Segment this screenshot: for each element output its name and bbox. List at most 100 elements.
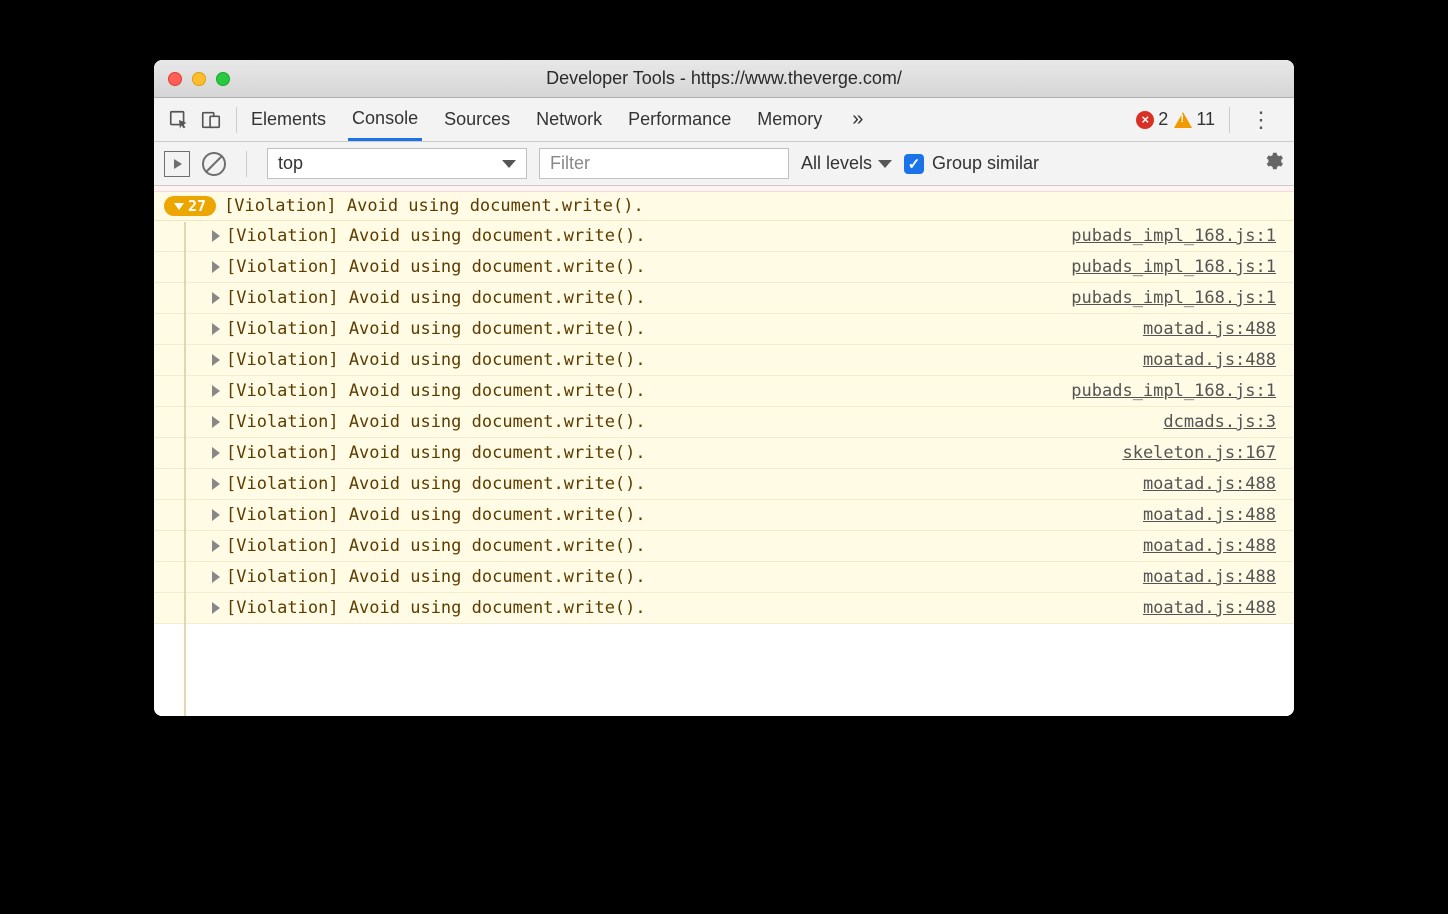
- log-message: [Violation] Avoid using document.write()…: [226, 505, 1137, 525]
- console-log-row: [Violation] Avoid using document.write()…: [154, 469, 1294, 500]
- devtools-tabbar: Elements Console Sources Network Perform…: [154, 98, 1294, 142]
- tab-network[interactable]: Network: [532, 100, 606, 139]
- log-message: [Violation] Avoid using document.write()…: [226, 474, 1137, 494]
- caret-down-icon: [174, 203, 184, 210]
- log-message: [Violation] Avoid using document.write()…: [226, 319, 1137, 339]
- console-log-row: [Violation] Avoid using document.write()…: [154, 283, 1294, 314]
- log-source-link[interactable]: skeleton.js:167: [1122, 443, 1284, 463]
- log-group-header[interactable]: 27 [Violation] Avoid using document.writ…: [154, 192, 1294, 221]
- expand-caret-icon[interactable]: [212, 478, 220, 490]
- warning-count-value: 11: [1196, 109, 1215, 130]
- devtools-window: Developer Tools - https://www.theverge.c…: [154, 60, 1294, 716]
- error-count[interactable]: × 2: [1136, 109, 1168, 130]
- console-sidebar-toggle[interactable]: [164, 151, 190, 177]
- log-message: [Violation] Avoid using document.write()…: [226, 226, 1065, 246]
- checkbox-checked-icon: [904, 154, 924, 174]
- log-source-link[interactable]: dcmads.js:3: [1163, 412, 1284, 432]
- tab-sources[interactable]: Sources: [440, 100, 514, 139]
- titlebar: Developer Tools - https://www.theverge.c…: [154, 60, 1294, 98]
- group-count-value: 27: [188, 197, 206, 215]
- expand-caret-icon[interactable]: [212, 416, 220, 428]
- divider: [246, 151, 247, 177]
- expand-caret-icon[interactable]: [212, 571, 220, 583]
- filter-input[interactable]: [539, 148, 789, 179]
- log-level-selector[interactable]: All levels: [801, 153, 892, 174]
- console-toolbar: top All levels Group similar: [154, 142, 1294, 186]
- log-source-link[interactable]: pubads_impl_168.js:1: [1071, 381, 1284, 401]
- panel-tabs: Elements Console Sources Network Perform…: [247, 99, 1134, 140]
- tab-memory[interactable]: Memory: [753, 100, 826, 139]
- log-message: [Violation] Avoid using document.write()…: [226, 443, 1116, 463]
- log-message: [Violation] Avoid using document.write()…: [226, 412, 1157, 432]
- log-source-link[interactable]: moatad.js:488: [1143, 505, 1284, 525]
- log-source-link[interactable]: pubads_impl_168.js:1: [1071, 288, 1284, 308]
- console-log-row: [Violation] Avoid using document.write()…: [154, 407, 1294, 438]
- log-message: [Violation] Avoid using document.write()…: [226, 350, 1137, 370]
- group-indent-line: [184, 222, 186, 716]
- log-message: [Violation] Avoid using document.write()…: [226, 288, 1065, 308]
- window-close-button[interactable]: [168, 72, 182, 86]
- console-log-row: [Violation] Avoid using document.write()…: [154, 252, 1294, 283]
- log-source-link[interactable]: pubads_impl_168.js:1: [1071, 257, 1284, 277]
- traffic-lights: [154, 72, 230, 86]
- warning-count[interactable]: 11: [1174, 109, 1215, 130]
- console-settings-button[interactable]: [1262, 150, 1284, 178]
- console-log-row: [Violation] Avoid using document.write()…: [154, 562, 1294, 593]
- log-source-link[interactable]: moatad.js:488: [1143, 319, 1284, 339]
- expand-caret-icon[interactable]: [212, 261, 220, 273]
- expand-caret-icon[interactable]: [212, 354, 220, 366]
- log-source-link[interactable]: moatad.js:488: [1143, 598, 1284, 618]
- expand-caret-icon[interactable]: [212, 447, 220, 459]
- log-level-value: All levels: [801, 153, 872, 174]
- log-source-link[interactable]: moatad.js:488: [1143, 350, 1284, 370]
- log-message: [Violation] Avoid using document.write()…: [226, 381, 1065, 401]
- device-toolbar-icon[interactable]: [196, 105, 226, 135]
- error-count-value: 2: [1158, 109, 1168, 130]
- divider: [236, 107, 237, 133]
- console-log-row: [Violation] Avoid using document.write()…: [154, 438, 1294, 469]
- log-message: [Violation] Avoid using document.write()…: [226, 257, 1065, 277]
- window-maximize-button[interactable]: [216, 72, 230, 86]
- log-message: [Violation] Avoid using document.write()…: [226, 567, 1137, 587]
- window-minimize-button[interactable]: [192, 72, 206, 86]
- settings-menu-button[interactable]: ⋮: [1244, 107, 1278, 133]
- more-tabs-button[interactable]: »: [844, 108, 871, 131]
- context-selector[interactable]: top: [267, 148, 527, 179]
- log-message: [Violation] Avoid using document.write()…: [226, 598, 1137, 618]
- console-output: 27 [Violation] Avoid using document.writ…: [154, 186, 1294, 716]
- console-log-row: [Violation] Avoid using document.write()…: [154, 531, 1294, 562]
- inspect-element-icon[interactable]: [164, 105, 194, 135]
- context-selector-value: top: [278, 153, 303, 174]
- log-source-link[interactable]: pubads_impl_168.js:1: [1071, 226, 1284, 246]
- group-similar-checkbox[interactable]: Group similar: [904, 153, 1039, 174]
- chevron-down-icon: [878, 160, 892, 168]
- expand-caret-icon[interactable]: [212, 509, 220, 521]
- warning-icon: [1174, 112, 1192, 128]
- error-icon: ×: [1136, 111, 1154, 129]
- log-message: [Violation] Avoid using document.write()…: [226, 536, 1137, 556]
- clear-console-button[interactable]: [202, 152, 226, 176]
- window-title: Developer Tools - https://www.theverge.c…: [154, 68, 1294, 89]
- group-similar-label: Group similar: [932, 153, 1039, 174]
- divider: [1229, 107, 1230, 133]
- tab-elements[interactable]: Elements: [247, 100, 330, 139]
- expand-caret-icon[interactable]: [212, 540, 220, 552]
- log-source-link[interactable]: moatad.js:488: [1143, 567, 1284, 587]
- log-source-link[interactable]: moatad.js:488: [1143, 474, 1284, 494]
- console-log-row: [Violation] Avoid using document.write()…: [154, 500, 1294, 531]
- expand-caret-icon[interactable]: [212, 602, 220, 614]
- tab-console[interactable]: Console: [348, 99, 422, 141]
- group-message: [Violation] Avoid using document.write()…: [224, 196, 644, 216]
- console-log-row: [Violation] Avoid using document.write()…: [154, 221, 1294, 252]
- console-log-row: [Violation] Avoid using document.write()…: [154, 314, 1294, 345]
- console-log-row: [Violation] Avoid using document.write()…: [154, 345, 1294, 376]
- chevron-down-icon: [502, 160, 516, 168]
- expand-caret-icon[interactable]: [212, 292, 220, 304]
- log-source-link[interactable]: moatad.js:488: [1143, 536, 1284, 556]
- tab-performance[interactable]: Performance: [624, 100, 735, 139]
- expand-caret-icon[interactable]: [212, 323, 220, 335]
- expand-caret-icon[interactable]: [212, 385, 220, 397]
- console-log-row: [Violation] Avoid using document.write()…: [154, 593, 1294, 624]
- expand-caret-icon[interactable]: [212, 230, 220, 242]
- group-count-pill: 27: [164, 196, 216, 216]
